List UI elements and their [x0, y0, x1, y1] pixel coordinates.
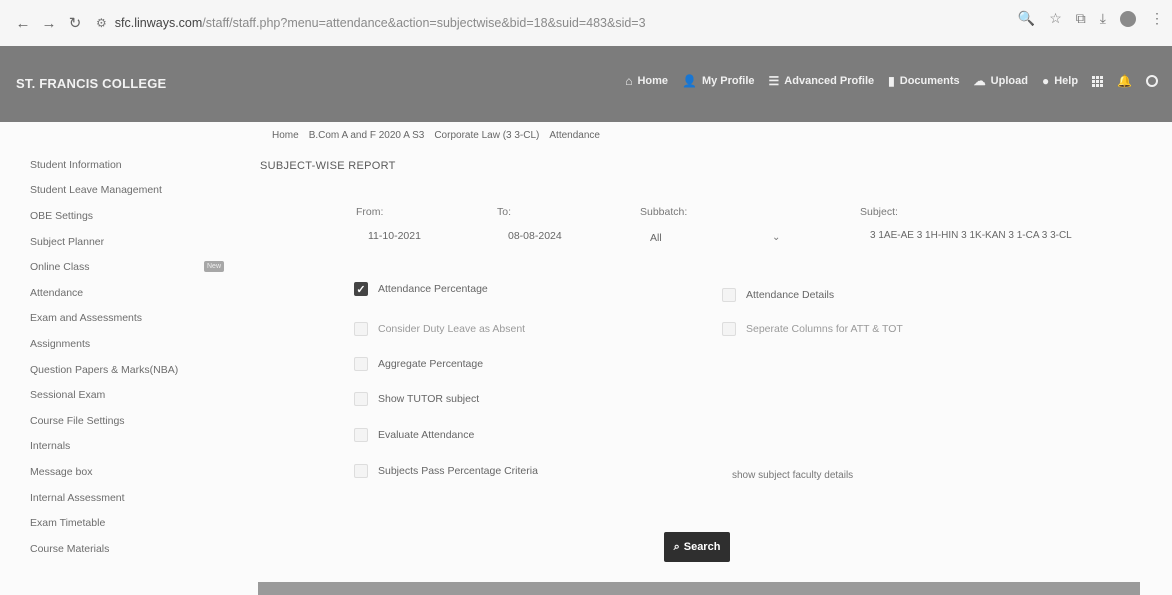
sidebar-item-assignments[interactable]: Assignments	[0, 331, 246, 357]
sidebar-item-student-information[interactable]: Student Information	[0, 152, 246, 178]
apps-grid-button[interactable]	[1092, 75, 1104, 87]
search-button[interactable]: ⌕ Search	[664, 532, 730, 562]
chevron-down-icon[interactable]: ⌄	[772, 232, 780, 243]
cloud-upload-icon: ☁	[973, 74, 986, 88]
option-aggregate-percentage[interactable]: Aggregate Percentage	[354, 357, 483, 371]
breadcrumb-home[interactable]: Home	[272, 130, 299, 141]
nav-advanced-profile[interactable]: ☰ Advanced Profile	[769, 74, 875, 88]
to-date-input[interactable]: 08-08-2024	[508, 230, 562, 242]
back-icon[interactable]: ←	[10, 10, 36, 36]
nav-help[interactable]: ● Help	[1042, 74, 1078, 88]
power-icon	[1146, 75, 1158, 87]
sidebar-item-sessional-exam[interactable]: Sessional Exam	[0, 382, 246, 408]
forward-icon[interactable]: →	[36, 10, 62, 36]
page-title: SUBJECT-WISE REPORT	[260, 160, 396, 172]
bookmark-star-icon[interactable]: ☆	[1049, 10, 1062, 27]
sidebar-item-subject-planner[interactable]: Subject Planner	[0, 229, 246, 255]
checkbox-icon[interactable]	[354, 464, 368, 478]
home-icon: ⌂	[625, 74, 633, 88]
option-show-tutor-subject[interactable]: Show TUTOR subject	[354, 392, 479, 406]
from-date-input[interactable]: 11-10-2021	[368, 230, 421, 242]
list-icon: ☰	[768, 74, 780, 88]
sidebar: Student Information Student Leave Manage…	[0, 122, 246, 595]
from-label: From:	[356, 206, 384, 218]
site-settings-icon[interactable]: ⚙	[96, 16, 107, 30]
document-icon: ▮	[888, 74, 895, 88]
sidebar-item-online-class[interactable]: Online Class New	[0, 254, 246, 280]
option-attendance-details[interactable]: Attendance Details	[722, 288, 834, 302]
option-consider-duty-leave[interactable]: Consider Duty Leave as Absent	[354, 322, 525, 336]
help-icon: ●	[1041, 74, 1050, 88]
option-evaluate-attendance[interactable]: Evaluate Attendance	[354, 428, 474, 442]
grid-icon	[1092, 75, 1104, 87]
zoom-icon[interactable]: 🔍	[1018, 10, 1035, 27]
sidebar-item-attendance[interactable]: Attendance	[0, 280, 246, 306]
sidebar-item-student-leave-management[interactable]: Student Leave Management	[0, 178, 246, 204]
nav-my-profile[interactable]: 👤 My Profile	[682, 74, 755, 88]
checkbox-icon[interactable]	[354, 392, 368, 406]
checkbox-icon[interactable]	[354, 357, 368, 371]
brand-logo-text: ST. FRANCIS COLLEGE	[16, 76, 167, 91]
notifications-button[interactable]: 🔔	[1117, 74, 1132, 88]
sidebar-item-message-box[interactable]: Message box	[0, 459, 246, 485]
logout-button[interactable]	[1146, 75, 1158, 87]
main-content: Home B.Com A and F 2020 A S3 Corporate L…	[246, 122, 1172, 595]
nav-documents[interactable]: ▮ Documents	[888, 74, 960, 88]
sidebar-item-internals[interactable]: Internals	[0, 434, 246, 460]
breadcrumb-batch[interactable]: B.Com A and F 2020 A S3	[309, 130, 425, 141]
checkbox-icon[interactable]	[354, 322, 368, 336]
checkbox-checked-icon[interactable]: ✓	[354, 282, 368, 296]
app-header: ST. FRANCIS COLLEGE ⌂ Home 👤 My Profile …	[0, 46, 1172, 122]
sidebar-item-exam-timetable[interactable]: Exam Timetable	[0, 510, 246, 536]
sidebar-item-course-file-settings[interactable]: Course File Settings	[0, 408, 246, 434]
subject-label: Subject:	[860, 206, 898, 218]
report-results-bar	[258, 582, 1140, 595]
profile-avatar[interactable]	[1120, 10, 1136, 27]
nav-upload[interactable]: ☁ Upload	[974, 74, 1028, 88]
menu-kebab-icon[interactable]: ⋮	[1150, 10, 1164, 27]
new-badge: New	[204, 261, 225, 273]
address-bar[interactable]: ⚙ sfc.linways.com/staff/staff.php?menu=a…	[96, 16, 646, 30]
search-icon: ⌕	[673, 540, 680, 553]
download-icon[interactable]: ⤓	[1100, 10, 1106, 27]
show-subject-faculty-details-link[interactable]: show subject faculty details	[732, 470, 853, 481]
checkbox-icon[interactable]	[354, 428, 368, 442]
option-attendance-percentage[interactable]: ✓ Attendance Percentage	[354, 282, 488, 296]
extensions-icon[interactable]: ⧉	[1076, 10, 1086, 27]
nav-home[interactable]: ⌂ Home	[625, 74, 668, 88]
sidebar-item-course-materials[interactable]: Course Materials	[0, 536, 246, 562]
url-domain: sfc.linways.com	[114, 16, 203, 30]
subbatch-label: Subbatch:	[640, 206, 688, 218]
checkbox-icon[interactable]	[722, 322, 736, 336]
user-icon: 👤	[682, 74, 697, 88]
sidebar-item-question-papers[interactable]: Question Papers & Marks(NBA)	[0, 357, 246, 383]
breadcrumb-attendance: Attendance	[549, 130, 600, 141]
to-label: To:	[497, 206, 512, 218]
option-subjects-pass-percentage[interactable]: Subjects Pass Percentage Criteria	[354, 464, 538, 478]
checkbox-icon[interactable]	[722, 288, 736, 302]
breadcrumb: Home B.Com A and F 2020 A S3 Corporate L…	[272, 130, 600, 141]
browser-toolbar: ← → ↻ ⚙ sfc.linways.com/staff/staff.php?…	[0, 0, 1172, 46]
sidebar-item-obe-settings[interactable]: OBE Settings	[0, 203, 246, 229]
option-separate-columns[interactable]: Seperate Columns for ATT & TOT	[722, 322, 903, 336]
breadcrumb-subject[interactable]: Corporate Law (3 3-CL)	[434, 130, 539, 141]
bell-icon: 🔔	[1117, 74, 1132, 88]
sidebar-item-internal-assessment[interactable]: Internal Assessment	[0, 485, 246, 511]
top-nav: ⌂ Home 👤 My Profile ☰ Advanced Profile ▮…	[625, 74, 1158, 88]
reload-icon[interactable]: ↻	[62, 10, 88, 36]
sidebar-item-exam-and-assessments[interactable]: Exam and Assessments	[0, 306, 246, 332]
subject-multiselect[interactable]: 3 1AE-AE 3 1H-HIN 3 1K-KAN 3 1-CA 3 3-CL	[870, 230, 1072, 241]
url-path: /staff/staff.php?menu=attendance&action=…	[202, 16, 646, 30]
subbatch-select[interactable]: All	[650, 232, 662, 244]
